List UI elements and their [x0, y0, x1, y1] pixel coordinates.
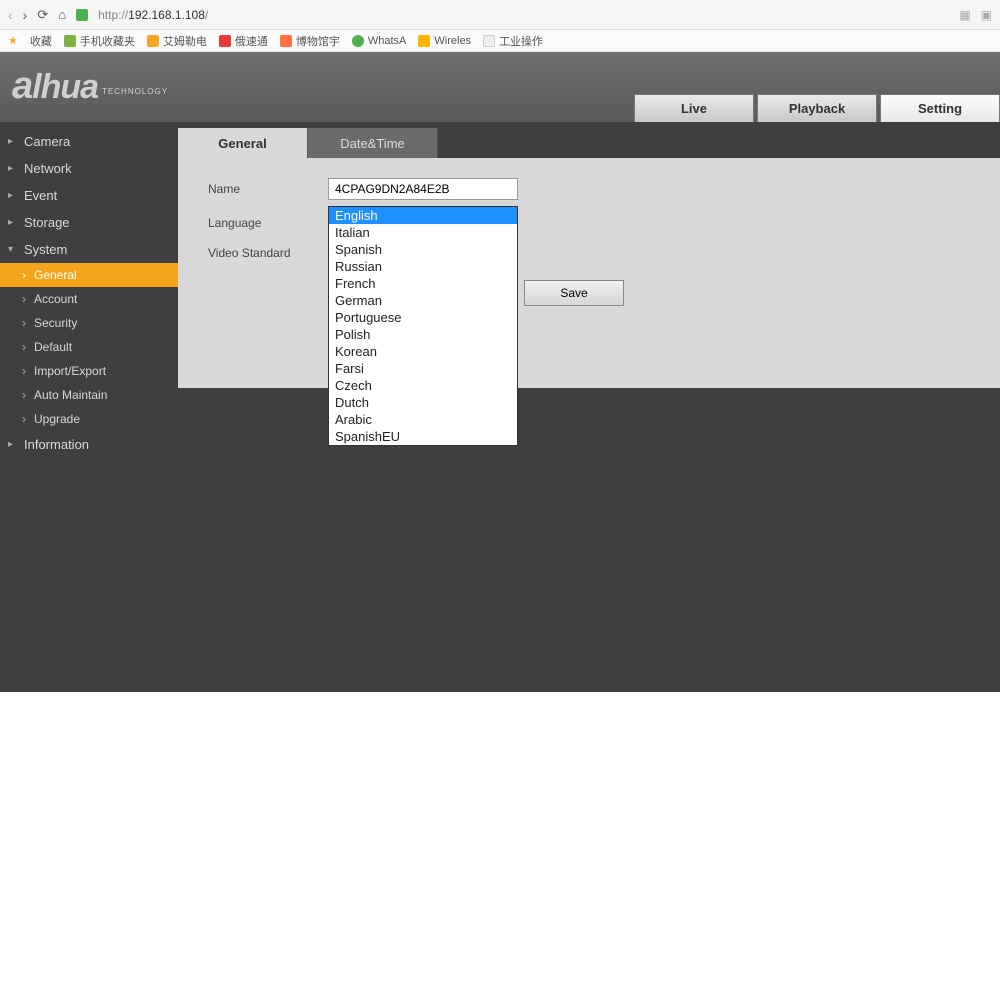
sidebar-item-account[interactable]: Account	[0, 287, 178, 311]
sidebar-section-system[interactable]: System	[0, 236, 178, 263]
bookmark-icon	[280, 35, 292, 47]
bookmark-icon	[147, 35, 159, 47]
tab-playback[interactable]: Playback	[757, 94, 877, 122]
reload-button[interactable]: ⟳	[37, 7, 48, 23]
favorites-label: 收藏	[30, 33, 52, 49]
bookmark-icon	[64, 35, 76, 47]
row-language: Language	[208, 216, 970, 230]
browser-right-icons: ▦ ▣	[959, 8, 992, 22]
bookmark-item[interactable]: 工业操作	[483, 33, 543, 49]
save-button[interactable]: Save	[524, 280, 624, 306]
sidebar-section-camera[interactable]: Camera	[0, 128, 178, 155]
language-option-russian[interactable]: Russian	[329, 258, 517, 275]
content-area: General Date&Time Name Language Video St…	[178, 122, 1000, 692]
shield-icon	[76, 9, 88, 21]
sidebar-section-storage[interactable]: Storage	[0, 209, 178, 236]
url-host: 192.168.1.108	[128, 8, 205, 22]
language-option-english[interactable]: English	[329, 207, 517, 224]
language-option-dutch[interactable]: Dutch	[329, 394, 517, 411]
sidebar-item-security[interactable]: Security	[0, 311, 178, 335]
bookmark-icon	[352, 35, 364, 47]
logo-text: lhua	[32, 68, 98, 107]
sidebar-item-auto-maintain[interactable]: Auto Maintain	[0, 383, 178, 407]
label-name: Name	[208, 182, 328, 196]
extension-icon[interactable]: ▣	[981, 8, 992, 22]
url-display[interactable]: http://192.168.1.108/	[98, 8, 208, 22]
logo-at: a	[12, 65, 32, 108]
home-button[interactable]: ⌂	[58, 7, 66, 22]
language-option-french[interactable]: French	[329, 275, 517, 292]
bookmark-item[interactable]: Wireles	[418, 35, 471, 47]
language-option-farsi[interactable]: Farsi	[329, 360, 517, 377]
sidebar-item-general[interactable]: General	[0, 263, 178, 287]
bookmark-item[interactable]: WhatsA	[352, 35, 407, 47]
bookmark-icon	[219, 35, 231, 47]
sidebar-section-information[interactable]: Information	[0, 431, 178, 458]
language-option-spanish[interactable]: Spanish	[329, 241, 517, 258]
sidebar-section-event[interactable]: Event	[0, 182, 178, 209]
sidebar-item-upgrade[interactable]: Upgrade	[0, 407, 178, 431]
sidebar-section-network[interactable]: Network	[0, 155, 178, 182]
input-name[interactable]	[328, 178, 518, 200]
label-video-standard: Video Standard	[208, 246, 328, 260]
language-option-korean[interactable]: Korean	[329, 343, 517, 360]
language-option-portuguese[interactable]: Portuguese	[329, 309, 517, 326]
tab-live[interactable]: Live	[634, 94, 754, 122]
language-dropdown[interactable]: English Italian Spanish Russian French G…	[328, 206, 518, 446]
browser-address-bar: ‹ › ⟳ ⌂ http://192.168.1.108/ ▦ ▣	[0, 0, 1000, 30]
top-tabs: Live Playback Setting	[634, 94, 1000, 122]
bookmark-icon	[418, 35, 430, 47]
app-header: alhua TECHNOLOGY Live Playback Setting	[0, 52, 1000, 122]
main-area: Camera Network Event Storage System Gene…	[0, 122, 1000, 692]
bookmarks-bar: ★ 收藏 手机收藏夹 艾姆勒电 俄速通 博物馆宇 WhatsA Wireles …	[0, 30, 1000, 52]
language-option-spanisheu[interactable]: SpanishEU	[329, 428, 517, 445]
content-tabs: General Date&Time	[178, 128, 1000, 158]
bookmark-item[interactable]: 俄速通	[219, 33, 268, 49]
label-language: Language	[208, 216, 328, 230]
row-name: Name	[208, 178, 970, 200]
tab-setting[interactable]: Setting	[880, 94, 1000, 122]
favorites-star-icon[interactable]: ★	[8, 34, 18, 47]
language-option-arabic[interactable]: Arabic	[329, 411, 517, 428]
url-suffix: /	[205, 8, 208, 22]
content-tab-general[interactable]: General	[178, 128, 308, 158]
sidebar-item-import-export[interactable]: Import/Export	[0, 359, 178, 383]
bookmark-item[interactable]: 手机收藏夹	[64, 33, 135, 49]
row-video-standard: Video Standard	[208, 246, 970, 260]
content-tab-datetime[interactable]: Date&Time	[308, 128, 438, 158]
language-option-german[interactable]: German	[329, 292, 517, 309]
qr-icon[interactable]: ▦	[959, 8, 970, 22]
back-button[interactable]: ‹	[8, 7, 13, 23]
url-prefix: http://	[98, 8, 128, 22]
language-option-polish[interactable]: Polish	[329, 326, 517, 343]
bookmark-item[interactable]: 博物馆宇	[280, 33, 340, 49]
language-option-czech[interactable]: Czech	[329, 377, 517, 394]
language-option-italian[interactable]: Italian	[329, 224, 517, 241]
sidebar: Camera Network Event Storage System Gene…	[0, 122, 178, 692]
bookmark-icon	[483, 35, 495, 47]
brand-logo: alhua TECHNOLOGY	[12, 65, 168, 108]
logo-subtext: TECHNOLOGY	[102, 87, 168, 96]
bookmark-item[interactable]: 艾姆勒电	[147, 33, 207, 49]
forward-button[interactable]: ›	[23, 7, 28, 23]
sidebar-item-default[interactable]: Default	[0, 335, 178, 359]
settings-panel: Name Language Video Standard Default fre…	[178, 158, 1000, 388]
